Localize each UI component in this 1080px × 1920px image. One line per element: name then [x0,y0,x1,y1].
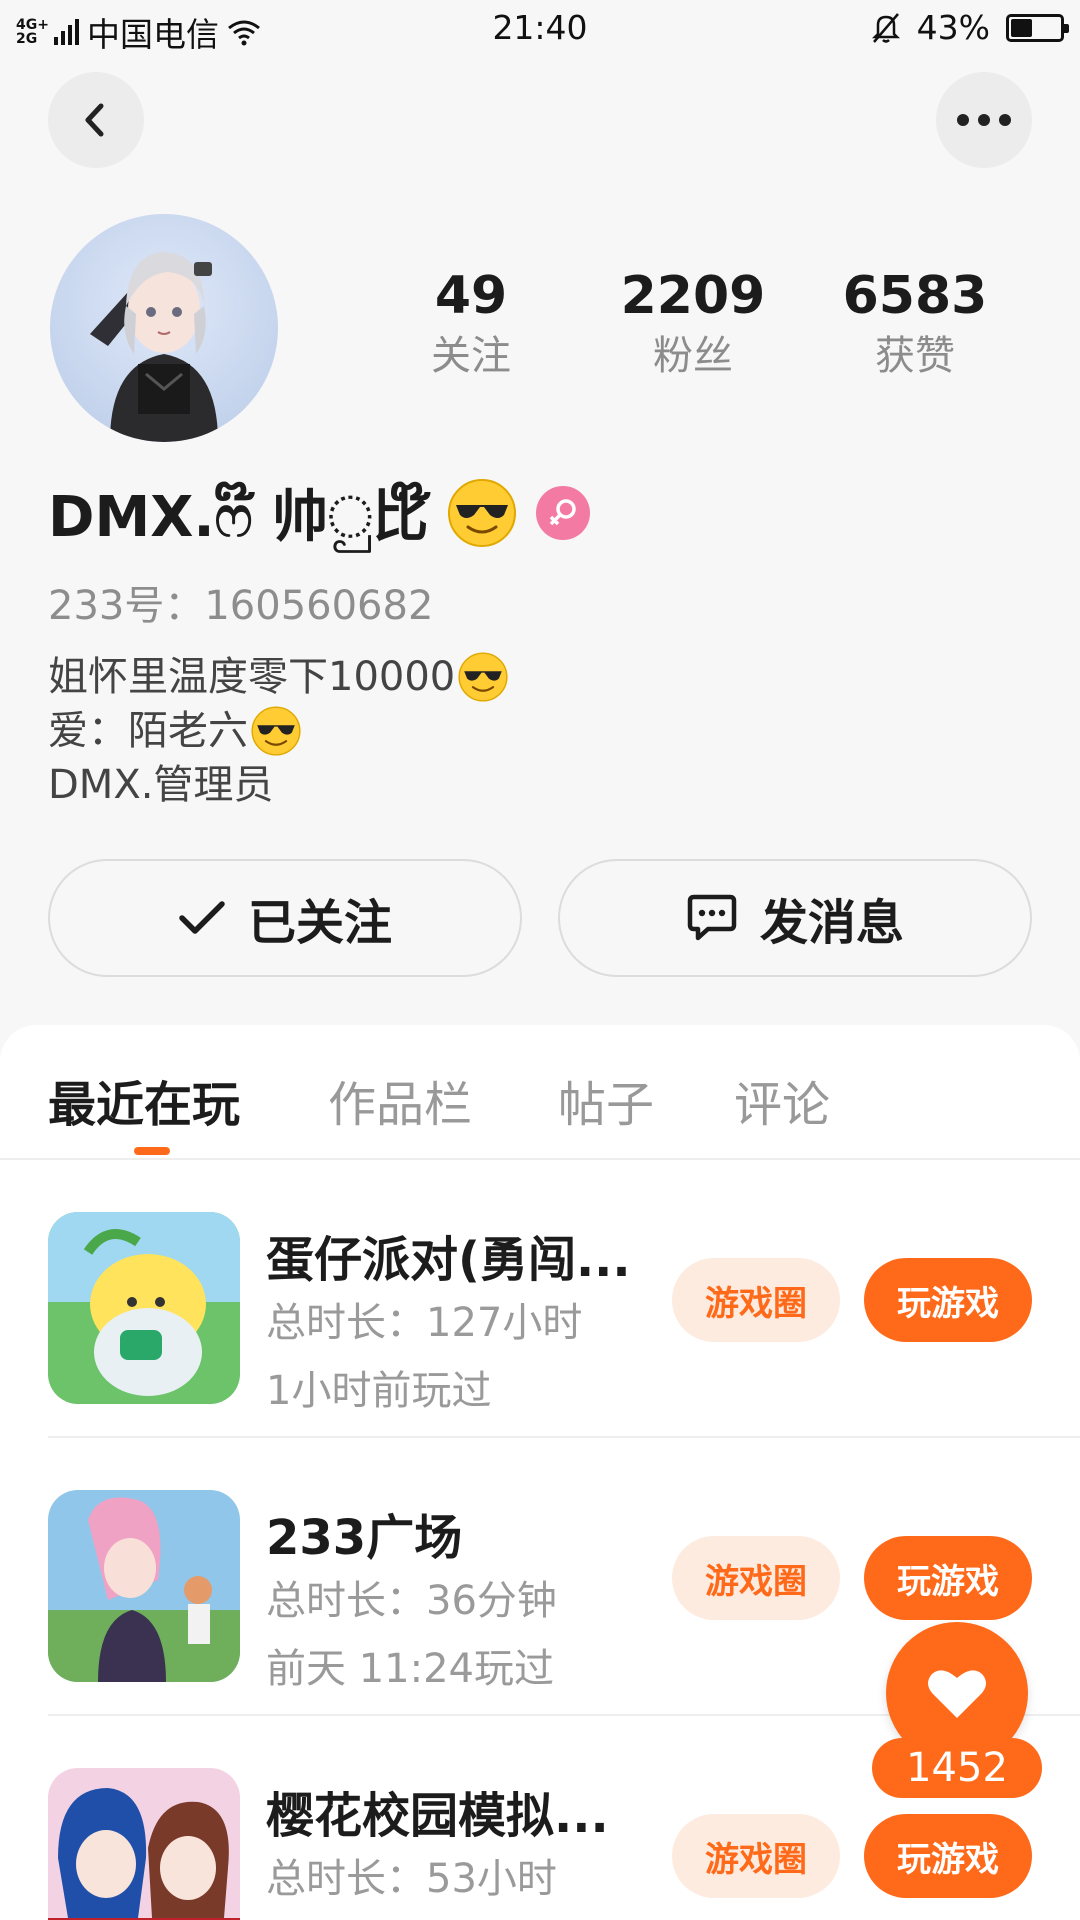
heart-icon [928,1670,986,1718]
game-icon[interactable] [48,1490,240,1682]
game-circle-button[interactable]: 游戏圈 [672,1536,840,1620]
game-title: 233广场 [266,1510,463,1566]
game-title: 蛋仔派对(勇闯... [266,1232,631,1288]
status-bar: 4G+ 2G 中国电信 21:40 43% [0,0,1080,58]
check-icon [179,901,225,934]
bio-text: 姐怀里温度零下10000 [48,654,456,700]
battery-level [1011,18,1032,37]
tab-indicator [134,1147,170,1155]
bio-line: DMX.管理员 [48,758,509,812]
stat-value: 49 [434,266,508,326]
tab-comments[interactable]: 评论 [734,1065,830,1135]
send-message-button[interactable]: 发消息 [558,859,1032,977]
game-title: 樱花校园模拟... [266,1788,609,1844]
battery-percent: 43% [916,8,990,47]
bio: 姐怀里温度零下10000 爱：陌老六 DMX.管理员 [48,650,509,812]
bio-line: 姐怀里温度零下10000 [48,650,509,704]
battery-icon [1006,13,1069,42]
like-count: 1452 [872,1738,1042,1798]
game-circle-button[interactable]: 游戏圈 [672,1814,840,1898]
nickname: DMX.ෆ໊ 帅ු比໊ [48,485,429,550]
play-game-button[interactable]: 玩游戏 [864,1814,1032,1898]
sunglasses-emoji-icon [448,478,517,547]
bio-line: 爱：陌老六 [48,704,509,758]
avatar-image [90,252,218,442]
tab-recent-play[interactable]: 最近在玩 [48,1065,240,1135]
game-duration: 总时长：36分钟 [266,1578,557,1624]
sunglasses-emoji-icon [251,706,301,756]
game-last-played: 1小时前玩过 [266,1368,492,1414]
game-icon[interactable] [48,1212,240,1404]
chevron-left-icon [85,103,104,137]
chat-bubble-icon [687,894,737,941]
play-game-button[interactable]: 玩游戏 [864,1258,1032,1342]
game-duration: 总时长：127小时 [266,1300,583,1346]
nickname-row: DMX.ෆ໊ 帅ු比໊ [48,472,591,553]
send-message-label: 发消息 [759,895,904,951]
tab-works[interactable]: 作品栏 [328,1065,472,1135]
stat-label: 获赞 [875,333,955,379]
sunglasses-emoji-icon [458,652,508,702]
game-icon[interactable] [48,1768,240,1920]
play-game-button[interactable]: 玩游戏 [864,1536,1032,1620]
back-button[interactable] [48,72,144,168]
tab-bar: 最近在玩 作品栏 帖子 评论 [0,1025,1080,1160]
stat-value: 2209 [620,266,766,326]
more-button[interactable] [936,72,1032,168]
bell-muted-icon [871,12,900,43]
profile-stats: 49 关注 2209 粉丝 6583 获赞 [360,265,1026,385]
bio-text: DMX.管理员 [48,762,274,808]
tab-posts[interactable]: 帖子 [558,1065,654,1135]
stat-label: 关注 [431,333,511,379]
avatar[interactable] [50,214,278,442]
status-right: 43% [871,8,1069,47]
more-dots-icon [957,114,1011,126]
bio-text: 爱：陌老六 [48,708,248,754]
stat-label: 粉丝 [653,333,733,379]
stat-following[interactable]: 49 关注 [360,265,582,385]
followed-label: 已关注 [247,895,392,951]
user-id: 233号：160560682 [48,583,434,629]
game-last-played: 前天 11:24玩过 [266,1646,554,1692]
game-duration: 总时长：53小时 [266,1856,557,1902]
female-icon [536,485,591,540]
stat-fans[interactable]: 2209 粉丝 [582,265,804,385]
followed-button[interactable]: 已关注 [48,859,522,977]
game-row[interactable]: 蛋仔派对(勇闯... 总时长：127小时 1小时前玩过 游戏圈 玩游戏 [0,1160,1080,1438]
stat-value: 6583 [842,266,988,326]
game-circle-button[interactable]: 游戏圈 [672,1258,840,1342]
stat-likes[interactable]: 6583 获赞 [804,265,1026,385]
